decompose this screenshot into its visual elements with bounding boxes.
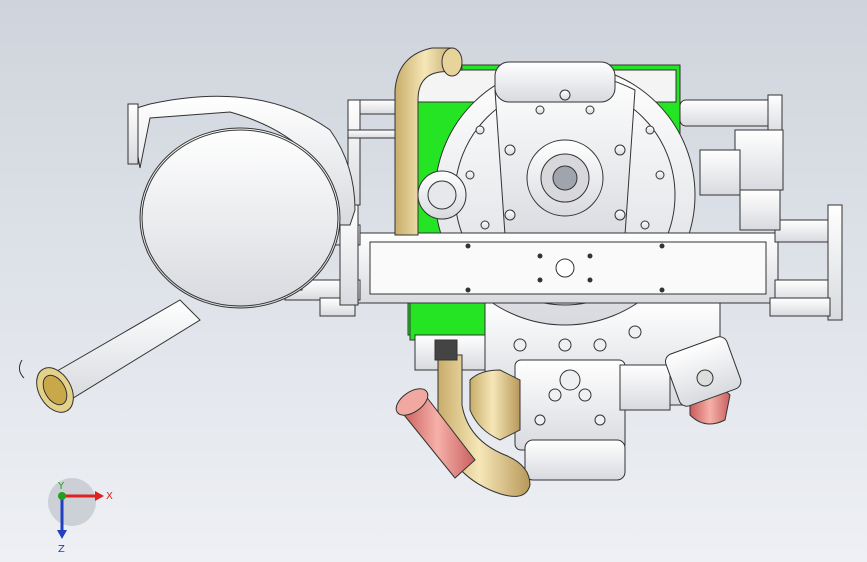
- graphics-viewport[interactable]: X Y Z: [0, 0, 867, 562]
- y-axis-dot: [58, 492, 66, 500]
- oil-cap: [417, 170, 467, 220]
- air-filter: [127, 95, 356, 309]
- engine-assembly-model[interactable]: X Y Z: [0, 0, 867, 562]
- axis-triad: X Y Z: [48, 478, 113, 555]
- crossbar: [357, 232, 779, 304]
- z-axis-label: Z: [58, 544, 65, 555]
- y-axis-label: Y: [57, 481, 65, 492]
- top-rail-right: [679, 94, 784, 196]
- x-axis-label: X: [106, 491, 113, 502]
- intake-pipe: [18, 299, 201, 413]
